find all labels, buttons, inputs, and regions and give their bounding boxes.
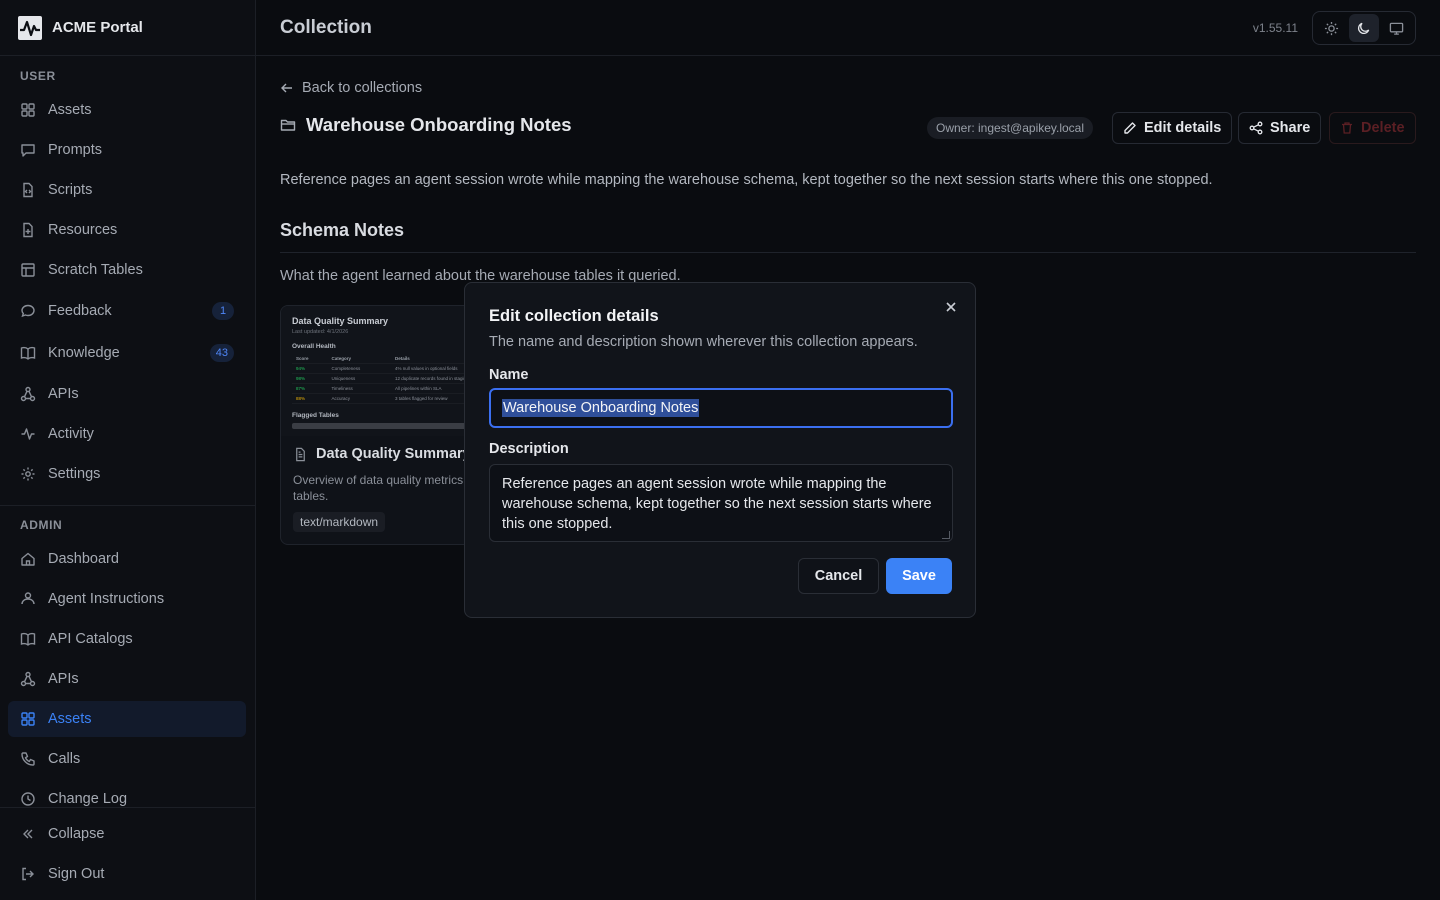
dialog-title: Edit collection details [489, 307, 659, 325]
save-button[interactable]: Save [886, 558, 952, 594]
name-label: Name [489, 367, 529, 383]
name-input[interactable]: Warehouse Onboarding Notes [489, 388, 953, 428]
name-input-value: Warehouse Onboarding Notes [502, 399, 700, 417]
description-textarea-value: Reference pages an agent session wrote w… [502, 476, 932, 532]
resize-handle[interactable] [942, 531, 950, 539]
description-label: Description [489, 441, 569, 457]
description-textarea[interactable]: Reference pages an agent session wrote w… [489, 464, 953, 542]
close-icon[interactable] [943, 299, 959, 315]
edit-collection-dialog: Edit collection details The name and des… [464, 282, 976, 618]
dialog-subtitle: The name and description shown wherever … [489, 334, 918, 350]
cancel-button[interactable]: Cancel [798, 558, 879, 594]
